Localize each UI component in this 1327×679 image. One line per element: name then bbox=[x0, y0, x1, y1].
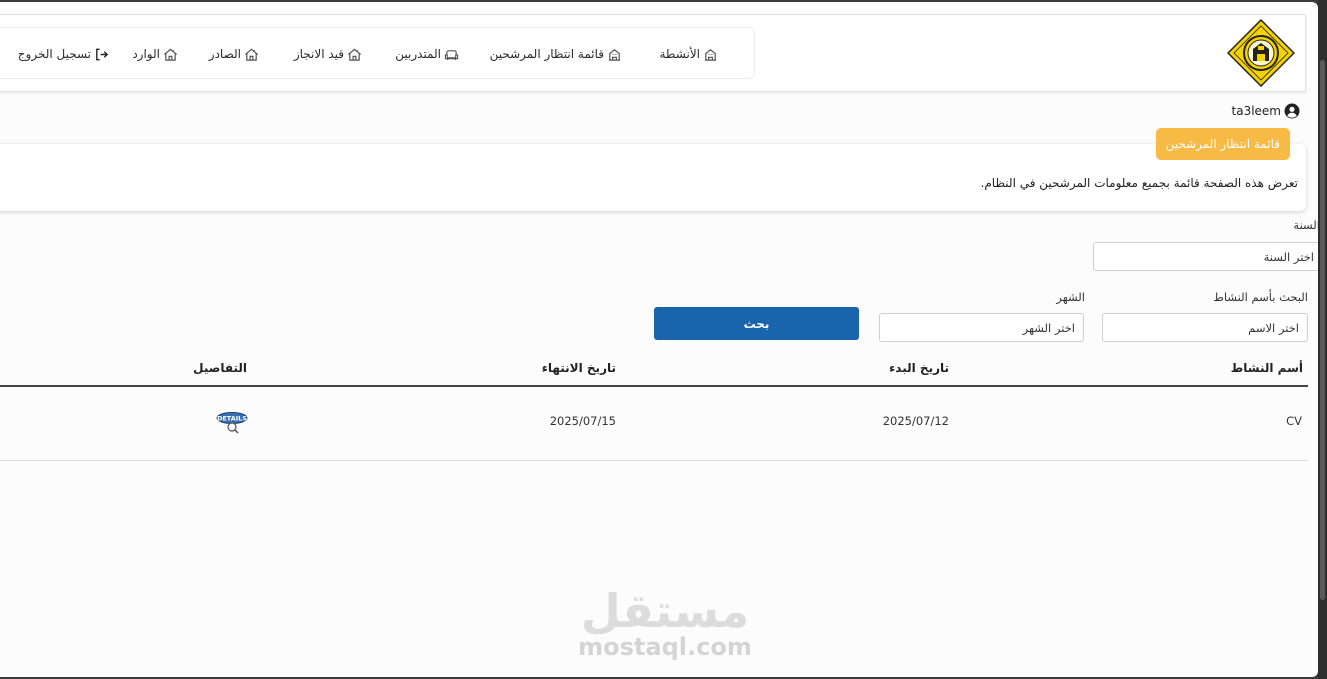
month-label: الشهر bbox=[1056, 290, 1085, 304]
nav-item-candidates-waitlist[interactable]: قائمة انتظار المرشحين bbox=[490, 44, 622, 64]
logout-icon bbox=[96, 48, 109, 60]
col-header-details[interactable]: التفاصيل bbox=[193, 361, 247, 375]
page-title-badge: قائمة انتظار المرشحين bbox=[1155, 128, 1290, 160]
col-header-start-date[interactable]: تاريخ البدء bbox=[889, 361, 949, 375]
nav-item-in-progress[interactable]: قيد الانجاز bbox=[294, 44, 362, 64]
page-description: تعرض هذه الصفحة قائمة بجميع معلومات المر… bbox=[980, 176, 1298, 190]
user-avatar-icon bbox=[1284, 103, 1300, 119]
nav-item-label: المتدربين bbox=[395, 47, 441, 61]
window-scrollbar[interactable] bbox=[1318, 0, 1327, 679]
top-header: الأنشطة قائمة انتظار المرشحين المتدربين … bbox=[0, 14, 1306, 92]
main-nav: الأنشطة قائمة انتظار المرشحين المتدربين … bbox=[0, 27, 755, 79]
logout-label: تسجيل الخروج bbox=[17, 47, 91, 61]
month-select[interactable]: اختر الشهر bbox=[879, 313, 1084, 342]
user-info[interactable]: ta3leem bbox=[1232, 103, 1300, 119]
nav-item-label: الوارد bbox=[132, 47, 160, 61]
nav-item-activities[interactable]: الأنشطة bbox=[660, 44, 719, 64]
year-label: السنة bbox=[1293, 218, 1318, 232]
col-header-end-date[interactable]: تاريخ الانتهاء bbox=[542, 361, 616, 375]
search-button[interactable]: بحث bbox=[654, 307, 859, 340]
house-icon bbox=[164, 48, 177, 61]
building-icon bbox=[704, 48, 717, 61]
logout-button[interactable]: تسجيل الخروج bbox=[18, 44, 109, 64]
activity-name-label: البحث بأسم النشاط bbox=[1213, 290, 1308, 304]
details-icon[interactable]: DETAILS bbox=[216, 410, 248, 434]
organization-logo bbox=[1227, 19, 1295, 87]
nav-item-outgoing[interactable]: الصادر bbox=[209, 44, 259, 64]
building-icon bbox=[608, 48, 621, 61]
year-select[interactable]: اختر السنة bbox=[1093, 242, 1318, 271]
house-icon bbox=[348, 48, 361, 61]
nav-item-label: الأنشطة bbox=[659, 47, 701, 61]
nav-item-label: قيد الانجاز bbox=[293, 47, 344, 61]
house-icon bbox=[245, 48, 258, 61]
cell-start-date: 2025/07/12 bbox=[882, 414, 949, 428]
watermark-latin: mostaql.com bbox=[578, 633, 752, 661]
table-header-divider bbox=[0, 385, 1308, 387]
cell-end-date: 2025/07/15 bbox=[549, 414, 616, 428]
sofa-icon bbox=[444, 49, 459, 60]
nav-item-label: الصادر bbox=[208, 47, 241, 61]
table-row-divider bbox=[0, 460, 1308, 461]
nav-item-label: قائمة انتظار المرشحين bbox=[489, 47, 604, 61]
col-header-activity[interactable]: أسم النشاط bbox=[1231, 361, 1303, 375]
nav-item-incoming[interactable]: الوارد bbox=[132, 44, 178, 64]
description-card: تعرض هذه الصفحة قائمة بجميع معلومات المر… bbox=[0, 144, 1306, 211]
details-icon-text: DETAILS bbox=[217, 415, 247, 423]
activity-name-select[interactable]: اختر الاسم bbox=[1102, 313, 1308, 342]
watermark: مستقل mostaql.com bbox=[570, 587, 760, 659]
username: ta3leem bbox=[1231, 104, 1281, 118]
nav-item-trainees[interactable]: المتدربين bbox=[395, 44, 459, 64]
watermark-arabic: مستقل bbox=[580, 584, 750, 638]
app-window: الأنشطة قائمة انتظار المرشحين المتدربين … bbox=[0, 2, 1318, 677]
scrollbar-thumb[interactable] bbox=[1320, 60, 1325, 600]
cell-activity-name: CV bbox=[1286, 414, 1302, 428]
